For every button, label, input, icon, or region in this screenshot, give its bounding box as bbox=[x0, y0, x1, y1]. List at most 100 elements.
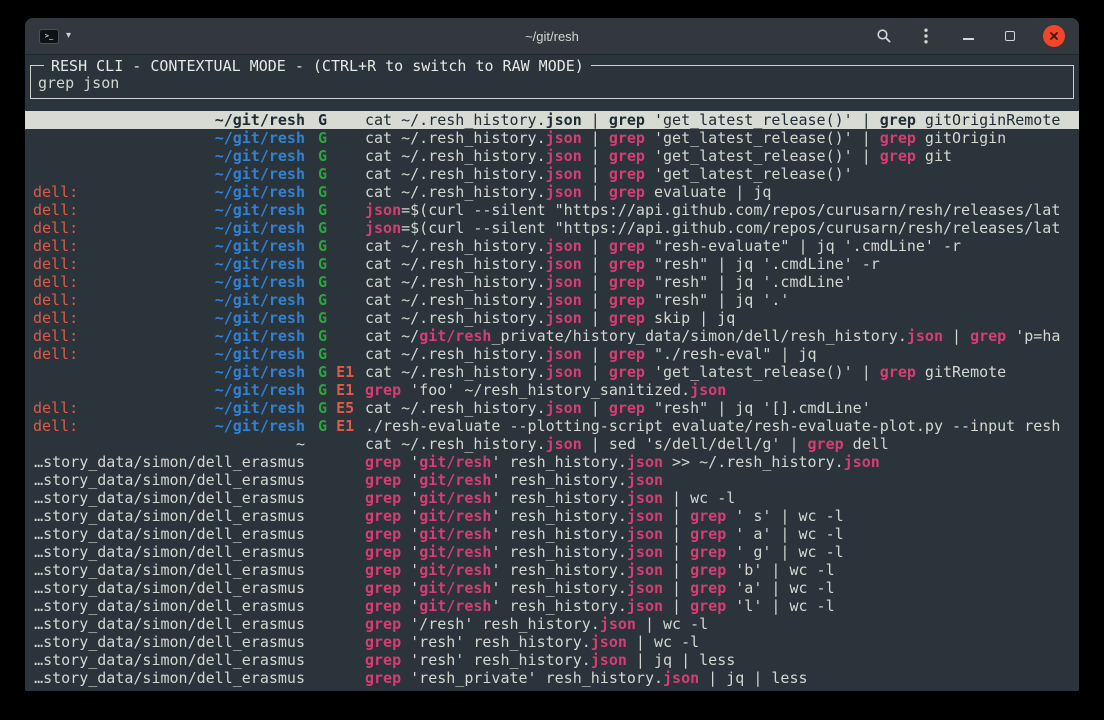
history-row[interactable]: ~/git/reshGcat ~/.resh_history.json | gr… bbox=[25, 129, 1079, 147]
history-row[interactable]: …story_data/simon/dell_erasmusgrep 'resh… bbox=[25, 669, 1079, 687]
history-row[interactable]: …story_data/simon/dell_erasmusgrep '/res… bbox=[25, 615, 1079, 633]
match-highlight: grep bbox=[609, 147, 645, 165]
command-fragment: ' a' | wc -l bbox=[726, 525, 843, 543]
history-row[interactable]: dell:~/git/reshGcat ~/.resh_history.json… bbox=[25, 183, 1079, 201]
history-row[interactable]: …story_data/simon/dell_erasmusgrep 'git/… bbox=[25, 489, 1079, 507]
history-row[interactable]: dell:~/git/reshGcat ~/.resh_history.json… bbox=[25, 237, 1079, 255]
command-fragment: cat ~/.resh_history. bbox=[365, 345, 546, 363]
flags bbox=[305, 651, 365, 669]
command-fragment: | bbox=[663, 543, 690, 561]
search-query-input[interactable]: grep json bbox=[38, 74, 1066, 92]
command-fragment: 'get_latest_release()' | bbox=[645, 111, 880, 129]
search-button[interactable] bbox=[875, 27, 893, 45]
history-row[interactable]: dell:~/git/reshGcat ~/.resh_history.json… bbox=[25, 291, 1079, 309]
history-row[interactable]: ~/git/reshG E1cat ~/.resh_history.json |… bbox=[25, 363, 1079, 381]
minimize-button[interactable] bbox=[959, 27, 977, 45]
match-highlight: git/resh bbox=[419, 453, 491, 471]
command-fragment: ' bbox=[401, 525, 419, 543]
history-row[interactable]: dell:~/git/reshGcat ~/.resh_history.json… bbox=[25, 309, 1079, 327]
match-highlight: grep bbox=[609, 237, 645, 255]
exit-status-flag: E1 bbox=[336, 381, 354, 399]
history-row[interactable]: …story_data/simon/dell_erasmusgrep 'git/… bbox=[25, 453, 1079, 471]
menu-button[interactable] bbox=[917, 27, 935, 45]
close-button[interactable] bbox=[1043, 25, 1065, 47]
history-row[interactable]: dell:~/git/reshGjson=$(curl --silent "ht… bbox=[25, 201, 1079, 219]
match-highlight: json bbox=[690, 381, 726, 399]
command-text: cat ~/.resh_history.json | grep 'get_lat… bbox=[365, 165, 1079, 183]
flags: G bbox=[305, 237, 365, 255]
directory-label: …story_data/simon/dell_erasmus bbox=[34, 669, 305, 687]
flags bbox=[305, 525, 365, 543]
command-text: cat ~/.resh_history.json | grep "resh" |… bbox=[365, 291, 1079, 309]
history-row[interactable]: dell:~/git/reshGjson=$(curl --silent "ht… bbox=[25, 219, 1079, 237]
history-row[interactable]: ~/git/reshGcat ~/.resh_history.json | gr… bbox=[25, 111, 1079, 129]
history-row[interactable]: …story_data/simon/dell_erasmusgrep 'git/… bbox=[25, 471, 1079, 489]
match-highlight: json bbox=[627, 543, 663, 561]
row-context: ~/git/resh bbox=[33, 165, 305, 183]
directory-label: ~/git/resh bbox=[215, 345, 305, 363]
git-flag: G bbox=[318, 201, 327, 219]
history-row[interactable]: ~/git/reshGcat ~/.resh_history.json | gr… bbox=[25, 165, 1079, 183]
command-text: cat ~/.resh_history.json | grep 'get_lat… bbox=[365, 111, 1079, 129]
command-fragment: "resh" | jq '.cmdLine' -r bbox=[645, 255, 880, 273]
window-menu-button[interactable]: >_ ▾ bbox=[39, 29, 71, 44]
history-row[interactable]: dell:~/git/reshG E1./resh-evaluate --plo… bbox=[25, 417, 1079, 435]
host-label: dell: bbox=[33, 201, 78, 219]
command-fragment: 'get_latest_release()' | bbox=[645, 129, 880, 147]
command-fragment: gitRemote bbox=[916, 363, 1006, 381]
flags bbox=[305, 579, 365, 597]
history-row[interactable]: …story_data/simon/dell_erasmus grep 'git/… bbox=[25, 579, 1079, 597]
restore-button[interactable] bbox=[1001, 27, 1019, 45]
row-context: ~/git/resh bbox=[33, 381, 305, 399]
flags: G E1 bbox=[305, 381, 365, 399]
match-highlight: git/resh bbox=[419, 543, 491, 561]
command-fragment: ' resh_history. bbox=[491, 543, 626, 561]
command-text: grep 'git/resh' resh_history.json | grep… bbox=[365, 579, 1079, 597]
command-text: grep 'git/resh' resh_history.json | grep… bbox=[365, 525, 1079, 543]
history-row[interactable]: …story_data/simon/dell_erasmusgrep 'git/… bbox=[25, 597, 1079, 615]
history-row[interactable]: dell:~/git/reshGcat ~/.resh_history.json… bbox=[25, 345, 1079, 363]
terminal-window: >_ ▾ ~/git/resh bbox=[25, 18, 1079, 691]
match-highlight: json bbox=[600, 615, 636, 633]
command-text: grep 'resh' resh_history.json | jq | les… bbox=[365, 651, 1079, 669]
match-highlight: json bbox=[546, 291, 582, 309]
host-label: dell: bbox=[33, 237, 78, 255]
directory-label: …story_data/simon/dell_erasmus bbox=[34, 507, 305, 525]
flags: G E5 bbox=[305, 399, 365, 417]
match-highlight: json bbox=[546, 273, 582, 291]
command-fragment: dell bbox=[844, 435, 889, 453]
history-row[interactable]: …story_data/simon/dell_erasmusgrep 'git/… bbox=[25, 507, 1079, 525]
close-icon bbox=[1048, 30, 1060, 42]
history-row[interactable]: dell:~/git/reshG E5cat ~/.resh_history.j… bbox=[25, 399, 1079, 417]
host-label: dell: bbox=[33, 219, 78, 237]
history-row[interactable]: …story_data/simon/dell_erasmusgrep 'git/… bbox=[25, 561, 1079, 579]
history-row[interactable]: ~/git/reshG E1grep 'foo' ~/resh_history_… bbox=[25, 381, 1079, 399]
history-row[interactable]: …story_data/simon/dell_erasmusgrep 'resh… bbox=[25, 633, 1079, 651]
row-context: …story_data/simon/dell_erasmus bbox=[33, 633, 305, 651]
command-fragment: ' resh_history. bbox=[491, 561, 626, 579]
history-row[interactable]: dell:~/git/reshGcat ~/git/resh_private/h… bbox=[25, 327, 1079, 345]
command-fragment: | bbox=[582, 345, 609, 363]
git-flag: G bbox=[318, 111, 327, 129]
command-fragment: 'resh' resh_history. bbox=[401, 651, 591, 669]
command-fragment: 'b' | wc -l bbox=[726, 561, 834, 579]
match-highlight: json bbox=[546, 309, 582, 327]
directory-label: …story_data/simon/dell_erasmus bbox=[34, 579, 305, 597]
command-fragment: cat ~/.resh_history. bbox=[365, 255, 546, 273]
command-text: cat ~/.resh_history.json | grep "resh" |… bbox=[365, 255, 1079, 273]
match-highlight: grep bbox=[365, 381, 401, 399]
command-fragment: cat ~/.resh_history. bbox=[365, 273, 546, 291]
history-row[interactable]: dell:~/git/reshGcat ~/.resh_history.json… bbox=[25, 273, 1079, 291]
command-fragment: ' bbox=[401, 579, 419, 597]
history-row[interactable]: …story_data/simon/dell_erasmusgrep 'git/… bbox=[25, 543, 1079, 561]
command-fragment: cat ~/.resh_history. bbox=[365, 399, 546, 417]
history-row[interactable]: …story_data/simon/dell_erasmusgrep 'resh… bbox=[25, 651, 1079, 669]
history-row[interactable]: …story_data/simon/dell_erasmusgrep 'git/… bbox=[25, 525, 1079, 543]
history-row[interactable]: dell:~/git/reshGcat ~/.resh_history.json… bbox=[25, 255, 1079, 273]
match-highlight: json bbox=[591, 633, 627, 651]
directory-label: …story_data/simon/dell_erasmus bbox=[34, 453, 305, 471]
command-fragment: | bbox=[943, 327, 970, 345]
history-row[interactable]: ~cat ~/.resh_history.json | sed 's/dell/… bbox=[25, 435, 1079, 453]
history-row[interactable]: ~/git/reshGcat ~/.resh_history.json | gr… bbox=[25, 147, 1079, 165]
command-fragment: ' resh_history. bbox=[491, 489, 626, 507]
